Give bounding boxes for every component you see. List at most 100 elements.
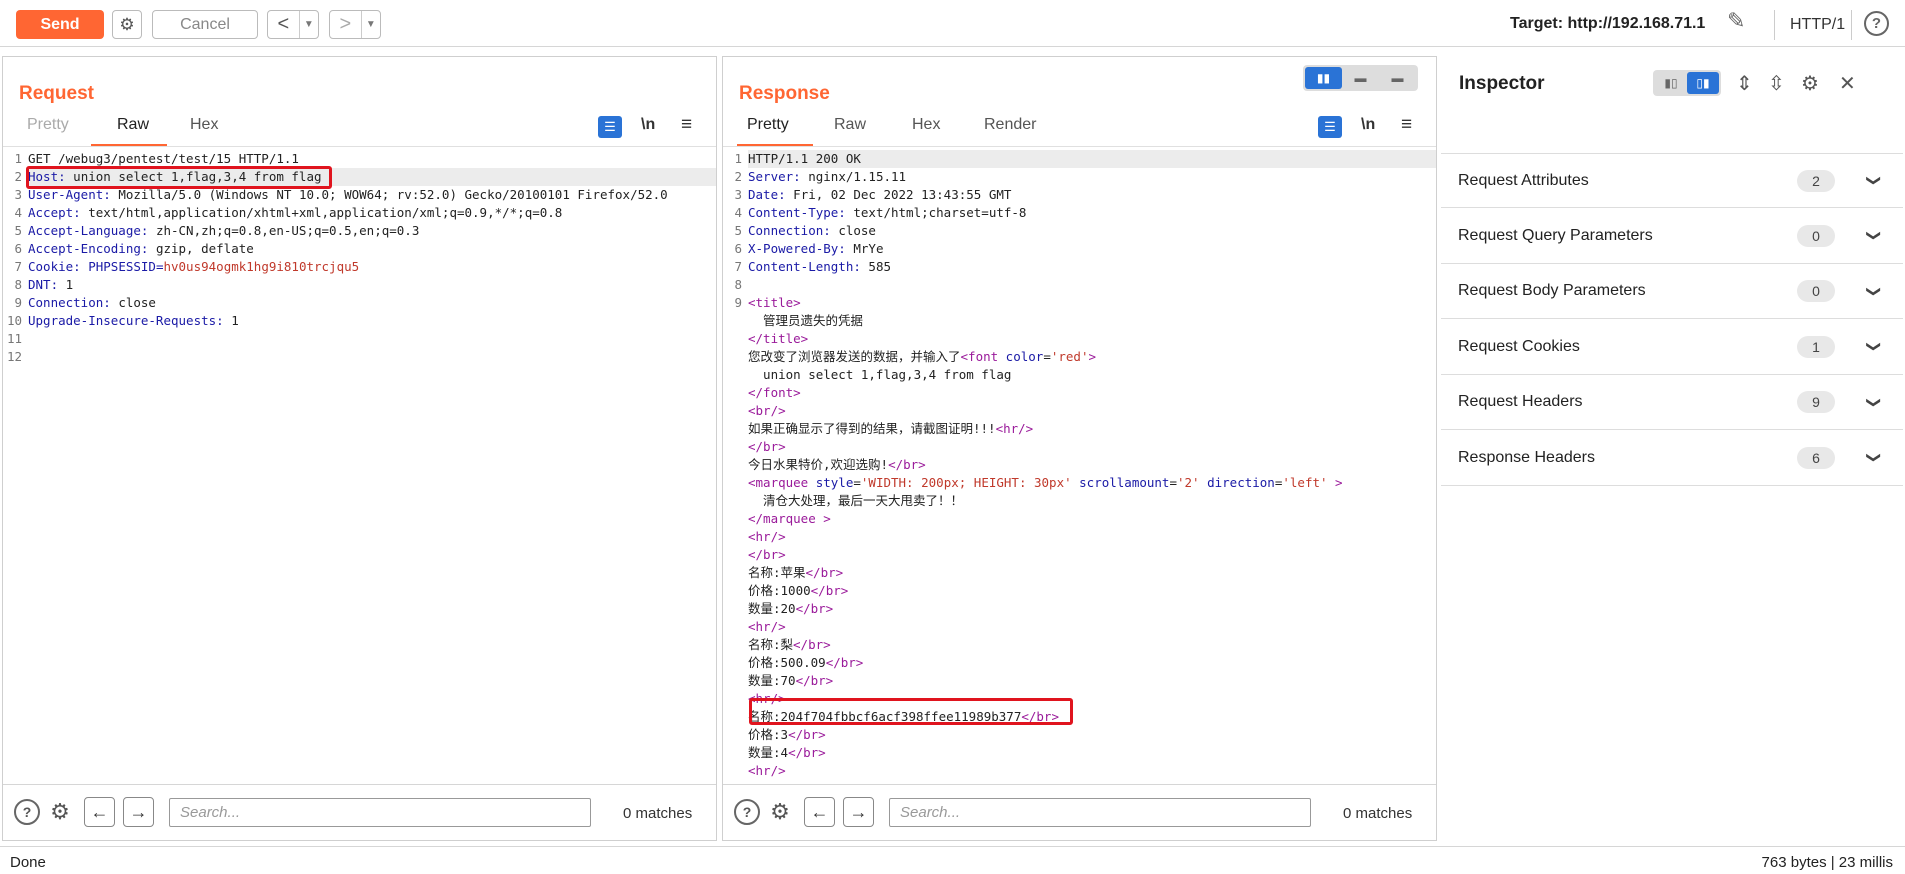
line-code: <hr/> — [748, 528, 1436, 546]
help-icon[interactable]: ? — [1864, 11, 1889, 36]
code-token: color — [1005, 349, 1044, 364]
response-body-line: 数量:70</br> — [723, 672, 1436, 690]
back-button[interactable]: < ▼ — [267, 10, 319, 39]
layout-view-toggle[interactable]: ▮▮ ▬ ▬ — [1303, 65, 1418, 91]
inspector-section-label: Response Headers — [1458, 448, 1595, 466]
chevron-down-icon[interactable]: ❯ — [1865, 396, 1882, 408]
request-editor[interactable]: 1 GET /webug3/pentest/test/15 HTTP/1.1 2 Ho… — [3, 150, 716, 785]
forward-history-dropdown[interactable]: ▼ — [360, 11, 380, 38]
top-bottom-view-icon[interactable]: ▬ — [1342, 67, 1379, 89]
response-line: 5 Connection: close — [723, 222, 1436, 240]
close-icon[interactable]: ✕ — [1839, 71, 1856, 96]
code-token: = — [1043, 349, 1051, 364]
inspector-section-label: Request Headers — [1458, 393, 1583, 410]
help-icon[interactable]: ? — [734, 799, 760, 825]
chevron-down-icon[interactable]: ❯ — [1865, 230, 1882, 242]
highlight-host-injection — [26, 166, 332, 189]
header-name: DNT: — [28, 277, 59, 292]
line-number: 7 — [14, 259, 22, 274]
back-history-dropdown[interactable]: ▼ — [298, 11, 318, 38]
cancel-button[interactable]: Cancel — [152, 10, 258, 39]
show-newlines-toggle[interactable]: \n — [1361, 116, 1375, 134]
response-body-line: 数量:4</br> — [723, 744, 1436, 762]
response-body-line: <hr/> — [723, 762, 1436, 780]
inspector-section[interactable]: Response Headers 6 ❯ — [1441, 431, 1903, 486]
inspector-section[interactable]: Request Cookies 1 ❯ — [1441, 320, 1903, 375]
tabs-divider — [723, 146, 1436, 147]
gear-icon[interactable]: ⚙ — [1801, 71, 1819, 96]
edit-target-pencil-icon[interactable]: ✎ — [1727, 8, 1745, 34]
chevron-down-icon[interactable]: ❯ — [1865, 341, 1882, 353]
code-token: </br> — [748, 547, 786, 562]
cookie-value: hv0us94ogmk1hg9i810trcjqu5 — [163, 259, 360, 274]
response-body-line: </marquee > — [723, 510, 1436, 528]
arrow-right-icon: → — [849, 801, 868, 822]
inspector-section-count: 1 — [1797, 335, 1835, 358]
previous-match-button[interactable]: ← — [804, 797, 835, 827]
side-by-side-view-icon[interactable]: ▮▮ — [1305, 67, 1342, 89]
code-token: <hr/> — [748, 529, 786, 544]
inspector-layout-toggle[interactable]: ▮▯ ▯▮ — [1653, 70, 1721, 96]
show-newlines-toggle[interactable]: \n — [641, 116, 655, 134]
tab-pretty[interactable]: Pretty — [743, 116, 793, 134]
inspector-section[interactable]: Request Body Parameters 0 ❯ — [1441, 264, 1903, 319]
inspector-section[interactable]: Request Attributes 2 ❯ — [1441, 153, 1903, 208]
request-line: 11 — [3, 330, 716, 348]
gear-icon[interactable]: ⚙ — [47, 799, 73, 825]
inspector-section-label: Request Attributes — [1458, 171, 1589, 189]
editor-menu-icon[interactable]: ≡ — [681, 114, 692, 136]
tab-hex[interactable]: Hex — [908, 116, 944, 134]
inspector-layout-right-icon[interactable]: ▯▮ — [1687, 72, 1719, 94]
header-value: 585 — [860, 259, 891, 274]
inspector-section-label: Request Body Parameters — [1458, 282, 1646, 299]
collapse-all-icon[interactable]: ⇳ — [1768, 71, 1785, 96]
chevron-down-icon[interactable]: ❯ — [1865, 285, 1882, 297]
line-code: 如果正确显示了得到的结果，请截图证明!!!<hr/> — [748, 420, 1436, 438]
request-search-input[interactable]: Search... — [169, 798, 591, 827]
tabbed-view-icon[interactable]: ▬ — [1379, 67, 1416, 89]
tab-raw[interactable]: Raw — [830, 116, 870, 134]
line-number — [723, 456, 748, 474]
tab-hex[interactable]: Hex — [186, 116, 222, 134]
response-body-line: union select 1,flag,3,4 from flag — [723, 366, 1436, 384]
word-wrap-toggle-icon[interactable]: ☰ — [1318, 116, 1342, 138]
tab-pretty[interactable]: Pretty — [23, 116, 73, 134]
gear-icon[interactable]: ⚙ — [767, 799, 793, 825]
header-name: Accept-Language: — [28, 223, 149, 238]
response-body-line: 价格:500.09</br> — [723, 654, 1436, 672]
inspector-layout-left-icon[interactable]: ▮▯ — [1655, 72, 1687, 94]
help-icon[interactable]: ? — [14, 799, 40, 825]
chevron-down-icon[interactable]: ❯ — [1865, 452, 1882, 464]
chevron-down-icon[interactable]: ❯ — [1865, 175, 1882, 187]
forward-button[interactable]: > ▼ — [329, 10, 381, 39]
tab-render[interactable]: Render — [980, 116, 1040, 134]
line-number: 2 — [14, 169, 22, 184]
code-token: 数量:4 — [748, 745, 789, 760]
next-match-button[interactable]: → — [843, 797, 874, 827]
line-number — [723, 420, 748, 438]
back-arrow-icon: < — [277, 13, 290, 35]
header-value: HTTP/1.1 200 OK — [748, 151, 861, 166]
request-line: 5 Accept-Language: zh-CN,zh;q=0.8,en-US;q… — [3, 222, 716, 240]
line-number — [723, 330, 748, 348]
word-wrap-toggle-icon[interactable]: ☰ — [598, 116, 622, 138]
code-token: </br> — [788, 727, 826, 742]
code-token: 价格:500.09 — [748, 655, 826, 670]
send-button[interactable]: Send — [16, 10, 104, 39]
settings-gear-button[interactable]: ⚙ — [112, 10, 142, 39]
response-editor[interactable]: 1 HTTP/1.1 200 OK 2 Server: nginx/1.15.11 3 D… — [723, 150, 1436, 785]
inspector-section[interactable]: Request Headers 9 ❯ — [1441, 375, 1903, 430]
code-token: 价格:3 — [748, 727, 789, 742]
code-token: </br> — [810, 583, 849, 598]
next-match-button[interactable]: → — [123, 797, 154, 827]
editor-menu-icon[interactable]: ≡ — [1401, 114, 1412, 136]
code-token: 价格:1000 — [748, 583, 811, 598]
inspector-section-count: 2 — [1797, 169, 1835, 192]
inspector-section[interactable]: Request Query Parameters 0 ❯ — [1441, 209, 1903, 264]
response-search-input[interactable]: Search... — [889, 798, 1311, 827]
http-protocol-toggle[interactable]: HTTP/1 — [1790, 16, 1845, 34]
expand-all-icon[interactable]: ⇕ — [1736, 71, 1753, 96]
tab-raw[interactable]: Raw — [113, 116, 153, 134]
previous-match-button[interactable]: ← — [84, 797, 115, 827]
line-number — [723, 672, 748, 690]
